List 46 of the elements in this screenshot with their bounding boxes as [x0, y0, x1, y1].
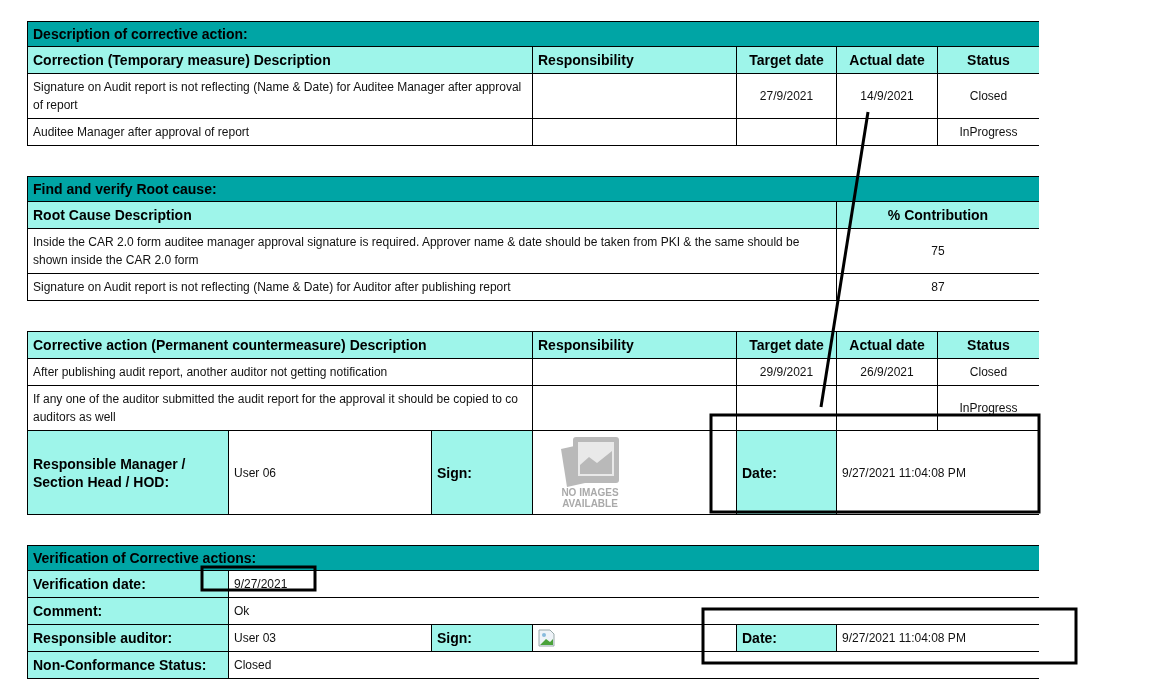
table-cell: 75	[837, 229, 1039, 274]
table-cell: Closed	[938, 359, 1039, 386]
table-cell: InProgress	[938, 119, 1039, 146]
table-cell: 26/9/2021	[837, 359, 938, 386]
table-cell: 29/9/2021	[737, 359, 837, 386]
table-cell: Inside the CAR 2.0 form auditee manager approval signature is required. Approver name & date should be taken from PKI & the same should be shown inside the CAR 2.0 form	[28, 229, 837, 274]
column-header: Responsibility	[533, 332, 737, 359]
table-cell: 14/9/2021	[837, 74, 938, 119]
column-header: Status	[938, 47, 1039, 74]
field-label: Date:	[737, 625, 837, 652]
broken-image-icon	[538, 629, 556, 647]
field-value: Closed	[229, 652, 1039, 679]
field-label: Date:	[737, 431, 837, 515]
field-label: Verification date:	[28, 571, 229, 598]
image-caption: NO IMAGES AVAILABLE	[560, 486, 620, 509]
table-cell: 87	[837, 274, 1039, 301]
table-cell: 27/9/2021	[737, 74, 837, 119]
field-value: 9/27/2021 11:04:08 PM	[837, 431, 1039, 515]
field-label: Comment:	[28, 598, 229, 625]
column-header: % Contribution	[837, 202, 1039, 229]
column-header: Responsibility	[533, 47, 737, 74]
table-cell: Closed	[938, 74, 1039, 119]
column-header: Corrective action (Permanent countermeasure) Description	[28, 332, 533, 359]
field-label: Non-Conformance Status:	[28, 652, 229, 679]
field-label: Responsible auditor:	[28, 625, 229, 652]
table-cell: InProgress	[938, 386, 1039, 431]
column-header: Root Cause Description	[28, 202, 837, 229]
field-label: Responsible Manager / Section Head / HOD:	[28, 431, 229, 515]
column-header: Correction (Temporary measure) Description	[28, 47, 533, 74]
table-cell: Auditee Manager after approval of report	[28, 119, 533, 146]
field-label: Sign:	[432, 431, 533, 515]
column-header: Actual date	[837, 47, 938, 74]
column-header: Status	[938, 332, 1039, 359]
field-value: 9/27/2021	[229, 571, 1039, 598]
field-value: 9/27/2021 11:04:08 PM	[837, 625, 1039, 652]
table-cell: Signature on Audit report is not reflecting (Name & Date) for Auditor after publishing report	[28, 274, 837, 301]
column-header: Target date	[737, 332, 837, 359]
column-header: Target date	[737, 47, 837, 74]
section-title: Find and verify Root cause:	[28, 177, 1039, 202]
column-header: Actual date	[837, 332, 938, 359]
field-label: Sign:	[432, 625, 533, 652]
section-title: Description of corrective action:	[28, 22, 1039, 47]
no-image-icon	[559, 436, 621, 487]
table-cell: After publishing audit report, another auditor not getting notification	[28, 359, 533, 386]
section-title: Verification of Corrective actions:	[28, 546, 1039, 571]
table-cell: Signature on Audit report is not reflecting (Name & Date) for Auditee Manager after approval of report	[28, 74, 533, 119]
